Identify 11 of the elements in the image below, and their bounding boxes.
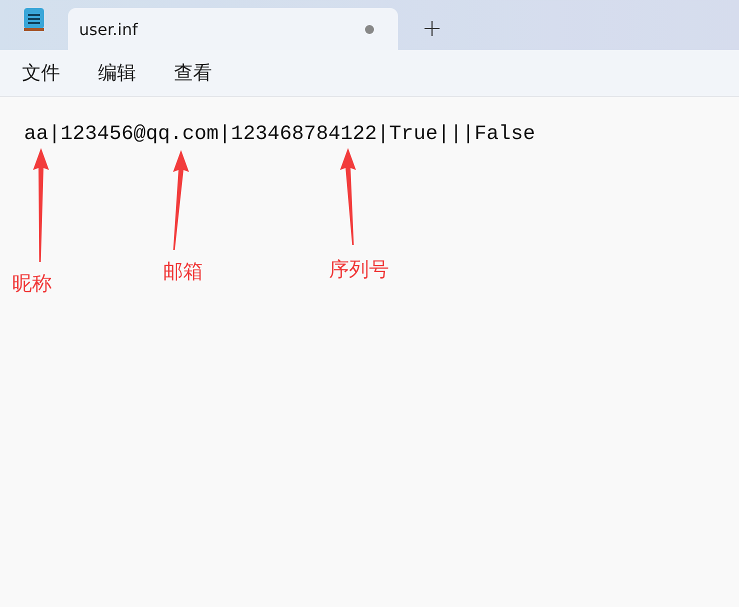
annotation-label: 邮箱 (163, 258, 203, 285)
annotation-label: 序列号 (329, 256, 389, 283)
new-tab-button[interactable]: + (412, 8, 452, 48)
file-tab[interactable]: user.inf (68, 8, 398, 50)
text-line: aa|123456@qq.com|123468784122|True|||False (24, 123, 536, 146)
notepad-icon (22, 6, 46, 32)
menu-item[interactable]: 文件 (22, 60, 60, 86)
menu-item[interactable]: 编辑 (98, 60, 136, 86)
menu-item[interactable]: 查看 (174, 60, 212, 86)
tab-title: user.inf (79, 20, 139, 38)
annotation-label: 昵称 (12, 270, 52, 297)
